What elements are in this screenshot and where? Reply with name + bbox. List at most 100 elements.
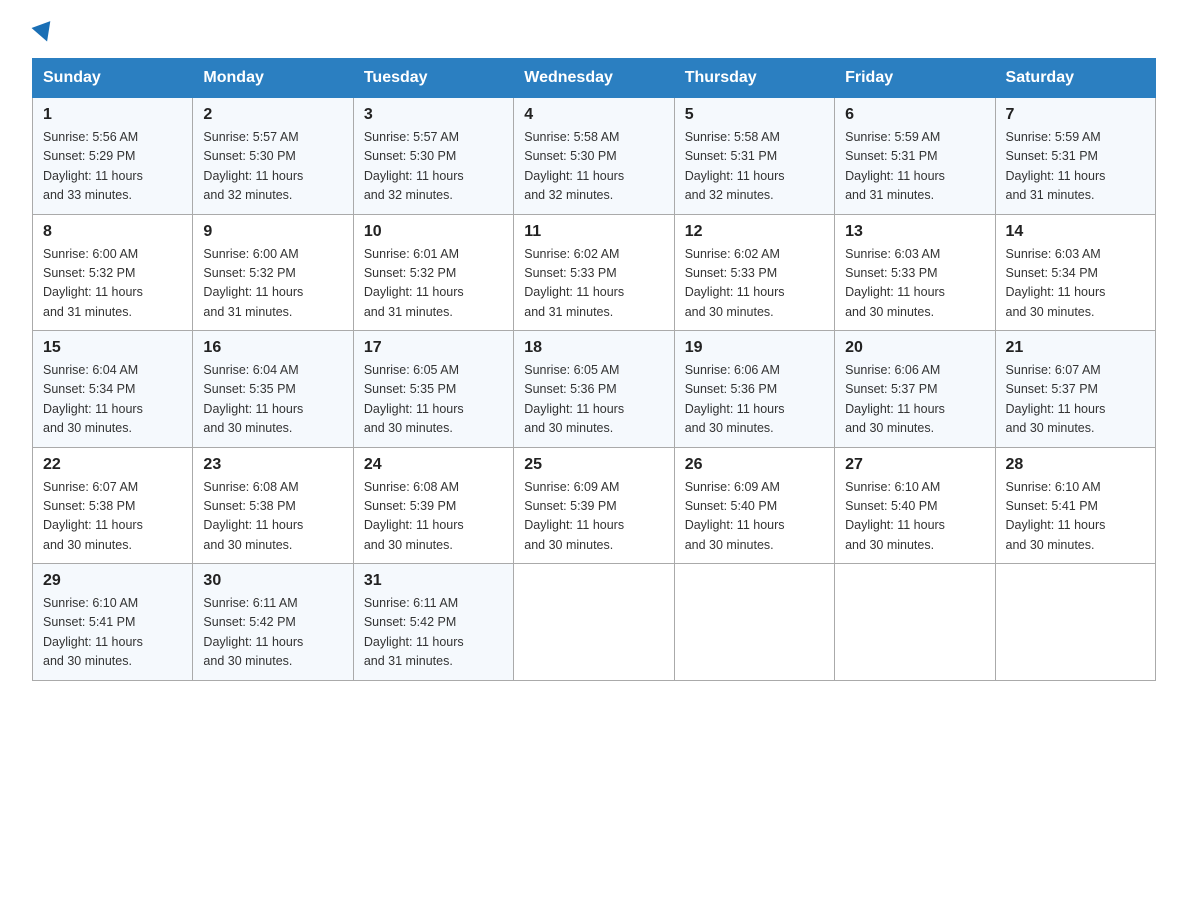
day-info: Sunrise: 6:04 AMSunset: 5:35 PMDaylight:… xyxy=(203,361,342,439)
day-info: Sunrise: 6:11 AMSunset: 5:42 PMDaylight:… xyxy=(364,594,503,672)
day-cell-24: 24 Sunrise: 6:08 AMSunset: 5:39 PMDayligh… xyxy=(353,447,513,564)
day-number: 30 xyxy=(203,572,342,590)
day-info: Sunrise: 6:02 AMSunset: 5:33 PMDaylight:… xyxy=(685,245,824,323)
day-number: 9 xyxy=(203,223,342,241)
day-info: Sunrise: 5:58 AMSunset: 5:30 PMDaylight:… xyxy=(524,128,663,206)
day-number: 6 xyxy=(845,106,984,124)
day-cell-4: 4 Sunrise: 5:58 AMSunset: 5:30 PMDaylight… xyxy=(514,98,674,215)
day-number: 16 xyxy=(203,339,342,357)
day-cell-10: 10Sunrise: 6:01 AMSunset: 5:32 PMDayligh… xyxy=(353,214,513,331)
day-info: Sunrise: 5:58 AMSunset: 5:31 PMDaylight:… xyxy=(685,128,824,206)
day-cell-23: 23 Sunrise: 6:08 AMSunset: 5:38 PMDayligh… xyxy=(193,447,353,564)
empty-cell xyxy=(514,564,674,681)
day-cell-12: 12 Sunrise: 6:02 AMSunset: 5:33 PMDayligh… xyxy=(674,214,834,331)
day-number: 27 xyxy=(845,456,984,474)
day-info: Sunrise: 6:00 AMSunset: 5:32 PMDaylight:… xyxy=(203,245,342,323)
day-number: 14 xyxy=(1006,223,1145,241)
day-cell-15: 15 Sunrise: 6:04 AMSunset: 5:34 PMDayligh… xyxy=(33,331,193,448)
day-info: Sunrise: 6:00 AMSunset: 5:32 PMDaylight:… xyxy=(43,245,182,323)
day-number: 2 xyxy=(203,106,342,124)
col-header-tuesday: Tuesday xyxy=(353,59,513,98)
day-cell-19: 19 Sunrise: 6:06 AMSunset: 5:36 PMDayligh… xyxy=(674,331,834,448)
day-number: 26 xyxy=(685,456,824,474)
day-header-row: SundayMondayTuesdayWednesdayThursdayFrid… xyxy=(33,59,1156,98)
day-number: 5 xyxy=(685,106,824,124)
day-number: 23 xyxy=(203,456,342,474)
day-number: 3 xyxy=(364,106,503,124)
day-info: Sunrise: 6:07 AMSunset: 5:37 PMDaylight:… xyxy=(1006,361,1145,439)
day-info: Sunrise: 6:05 AMSunset: 5:35 PMDaylight:… xyxy=(364,361,503,439)
day-number: 11 xyxy=(524,223,663,241)
day-info: Sunrise: 6:06 AMSunset: 5:36 PMDaylight:… xyxy=(685,361,824,439)
day-info: Sunrise: 5:59 AMSunset: 5:31 PMDaylight:… xyxy=(845,128,984,206)
col-header-monday: Monday xyxy=(193,59,353,98)
day-cell-16: 16 Sunrise: 6:04 AMSunset: 5:35 PMDayligh… xyxy=(193,331,353,448)
day-info: Sunrise: 6:09 AMSunset: 5:40 PMDaylight:… xyxy=(685,478,824,556)
week-row-4: 22 Sunrise: 6:07 AMSunset: 5:38 PMDayligh… xyxy=(33,447,1156,564)
day-number: 13 xyxy=(845,223,984,241)
day-cell-6: 6 Sunrise: 5:59 AMSunset: 5:31 PMDaylight… xyxy=(835,98,995,215)
col-header-saturday: Saturday xyxy=(995,59,1155,98)
day-number: 17 xyxy=(364,339,503,357)
day-cell-31: 31 Sunrise: 6:11 AMSunset: 5:42 PMDayligh… xyxy=(353,564,513,681)
day-cell-22: 22 Sunrise: 6:07 AMSunset: 5:38 PMDayligh… xyxy=(33,447,193,564)
day-number: 1 xyxy=(43,106,182,124)
day-cell-2: 2Sunrise: 5:57 AMSunset: 5:30 PMDaylight… xyxy=(193,98,353,215)
day-cell-1: 1 Sunrise: 5:56 AMSunset: 5:29 PMDaylight… xyxy=(33,98,193,215)
day-cell-25: 25Sunrise: 6:09 AMSunset: 5:39 PMDayligh… xyxy=(514,447,674,564)
week-row-5: 29 Sunrise: 6:10 AMSunset: 5:41 PMDayligh… xyxy=(33,564,1156,681)
col-header-friday: Friday xyxy=(835,59,995,98)
day-number: 15 xyxy=(43,339,182,357)
day-number: 12 xyxy=(685,223,824,241)
day-cell-27: 27 Sunrise: 6:10 AMSunset: 5:40 PMDayligh… xyxy=(835,447,995,564)
empty-cell xyxy=(674,564,834,681)
day-cell-13: 13 Sunrise: 6:03 AMSunset: 5:33 PMDayligh… xyxy=(835,214,995,331)
day-info: Sunrise: 6:09 AMSunset: 5:39 PMDaylight:… xyxy=(524,478,663,556)
week-row-1: 1 Sunrise: 5:56 AMSunset: 5:29 PMDaylight… xyxy=(33,98,1156,215)
day-info: Sunrise: 6:07 AMSunset: 5:38 PMDaylight:… xyxy=(43,478,182,556)
day-cell-5: 5 Sunrise: 5:58 AMSunset: 5:31 PMDaylight… xyxy=(674,98,834,215)
day-number: 29 xyxy=(43,572,182,590)
calendar-table: SundayMondayTuesdayWednesdayThursdayFrid… xyxy=(32,58,1156,681)
day-info: Sunrise: 6:08 AMSunset: 5:38 PMDaylight:… xyxy=(203,478,342,556)
day-info: Sunrise: 5:56 AMSunset: 5:29 PMDaylight:… xyxy=(43,128,182,206)
logo-triangle-icon xyxy=(32,21,57,45)
day-info: Sunrise: 6:08 AMSunset: 5:39 PMDaylight:… xyxy=(364,478,503,556)
empty-cell xyxy=(835,564,995,681)
day-cell-26: 26 Sunrise: 6:09 AMSunset: 5:40 PMDayligh… xyxy=(674,447,834,564)
col-header-sunday: Sunday xyxy=(33,59,193,98)
day-cell-20: 20Sunrise: 6:06 AMSunset: 5:37 PMDayligh… xyxy=(835,331,995,448)
day-number: 31 xyxy=(364,572,503,590)
day-info: Sunrise: 6:10 AMSunset: 5:41 PMDaylight:… xyxy=(43,594,182,672)
day-info: Sunrise: 6:04 AMSunset: 5:34 PMDaylight:… xyxy=(43,361,182,439)
day-cell-30: 30 Sunrise: 6:11 AMSunset: 5:42 PMDayligh… xyxy=(193,564,353,681)
col-header-thursday: Thursday xyxy=(674,59,834,98)
day-cell-18: 18 Sunrise: 6:05 AMSunset: 5:36 PMDayligh… xyxy=(514,331,674,448)
day-info: Sunrise: 6:10 AMSunset: 5:41 PMDaylight:… xyxy=(1006,478,1145,556)
day-number: 8 xyxy=(43,223,182,241)
day-number: 4 xyxy=(524,106,663,124)
day-info: Sunrise: 6:05 AMSunset: 5:36 PMDaylight:… xyxy=(524,361,663,439)
day-cell-29: 29 Sunrise: 6:10 AMSunset: 5:41 PMDayligh… xyxy=(33,564,193,681)
day-info: Sunrise: 6:10 AMSunset: 5:40 PMDaylight:… xyxy=(845,478,984,556)
day-number: 19 xyxy=(685,339,824,357)
day-number: 18 xyxy=(524,339,663,357)
day-info: Sunrise: 6:11 AMSunset: 5:42 PMDaylight:… xyxy=(203,594,342,672)
day-number: 24 xyxy=(364,456,503,474)
week-row-2: 8 Sunrise: 6:00 AMSunset: 5:32 PMDaylight… xyxy=(33,214,1156,331)
day-number: 22 xyxy=(43,456,182,474)
day-info: Sunrise: 6:03 AMSunset: 5:33 PMDaylight:… xyxy=(845,245,984,323)
day-cell-14: 14 Sunrise: 6:03 AMSunset: 5:34 PMDayligh… xyxy=(995,214,1155,331)
day-cell-7: 7Sunrise: 5:59 AMSunset: 5:31 PMDaylight… xyxy=(995,98,1155,215)
day-cell-11: 11Sunrise: 6:02 AMSunset: 5:33 PMDayligh… xyxy=(514,214,674,331)
day-cell-3: 3Sunrise: 5:57 AMSunset: 5:30 PMDaylight… xyxy=(353,98,513,215)
col-header-wednesday: Wednesday xyxy=(514,59,674,98)
week-row-3: 15 Sunrise: 6:04 AMSunset: 5:34 PMDayligh… xyxy=(33,331,1156,448)
day-cell-21: 21 Sunrise: 6:07 AMSunset: 5:37 PMDayligh… xyxy=(995,331,1155,448)
day-info: Sunrise: 6:03 AMSunset: 5:34 PMDaylight:… xyxy=(1006,245,1145,323)
logo-text xyxy=(32,24,56,42)
day-cell-9: 9 Sunrise: 6:00 AMSunset: 5:32 PMDaylight… xyxy=(193,214,353,331)
day-info: Sunrise: 5:59 AMSunset: 5:31 PMDaylight:… xyxy=(1006,128,1145,206)
day-number: 21 xyxy=(1006,339,1145,357)
page-header xyxy=(32,24,1156,42)
